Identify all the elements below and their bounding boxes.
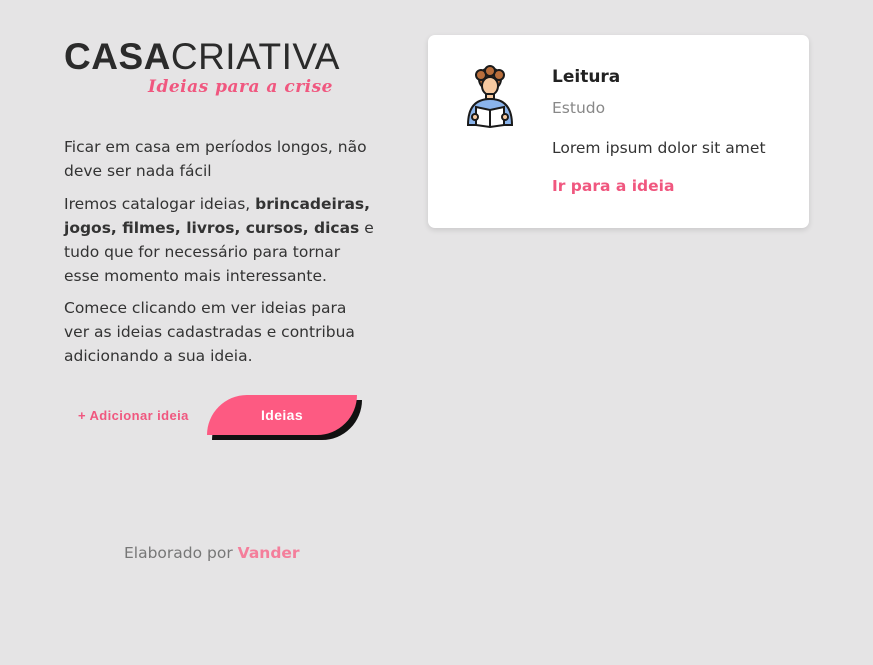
reading-person-icon bbox=[464, 65, 516, 129]
footer-credit: Elaborado por Vander bbox=[124, 544, 300, 562]
intro-paragraph-2: Iremos catalogar ideias, brincadeiras, j… bbox=[64, 192, 374, 288]
ideas-button[interactable]: Ideias bbox=[207, 395, 357, 435]
logo-bold-part: CASA bbox=[64, 36, 171, 77]
card-description: Lorem ipsum dolor sit amet bbox=[552, 139, 766, 157]
actions: + Adicionar ideia Ideias bbox=[64, 395, 374, 445]
logo-tagline: Ideias para a crise bbox=[148, 77, 333, 97]
card-category: Estudo bbox=[552, 99, 606, 117]
logo-wordmark: CASACRIATIVA bbox=[64, 38, 374, 76]
footer-author: Vander bbox=[237, 544, 300, 562]
idea-card: Leitura Estudo Lorem ipsum dolor sit ame… bbox=[428, 35, 809, 228]
card-title: Leitura bbox=[552, 67, 621, 87]
logo-light-part: CRIATIVA bbox=[170, 36, 340, 77]
intro-paragraph-1: Ficar em casa em períodos longos, não de… bbox=[64, 138, 367, 180]
left-panel: CASACRIATIVA Ideias para a crise Ficar e… bbox=[64, 38, 374, 445]
add-idea-link[interactable]: + Adicionar ideia bbox=[78, 408, 189, 423]
intro-text: Ficar em casa em períodos longos, não de… bbox=[64, 135, 374, 368]
intro-p2-start: Iremos catalogar ideias, bbox=[64, 195, 256, 213]
go-to-idea-link[interactable]: Ir para a ideia bbox=[552, 177, 674, 195]
intro-paragraph-3: Comece clicando em ver ideias para ver a… bbox=[64, 299, 355, 365]
logo: CASACRIATIVA Ideias para a crise bbox=[64, 38, 374, 104]
footer-prefix: Elaborado por bbox=[124, 544, 238, 562]
